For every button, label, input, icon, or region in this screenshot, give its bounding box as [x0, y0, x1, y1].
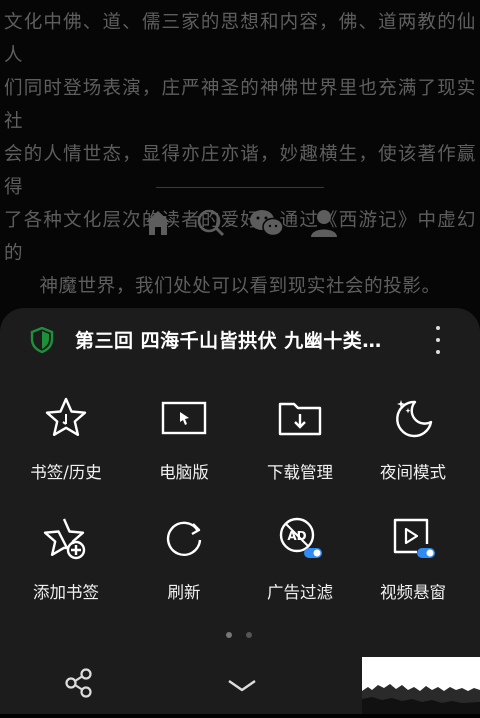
- article-line: 神魔世界，我们处处可以看到现实社会的投影。: [39, 276, 441, 297]
- article-line: 文化中佛、道、儒三家的思想和内容，佛、道两教的仙人: [4, 12, 476, 66]
- page-indicator: [226, 632, 256, 640]
- menu-header: 第三回 四海千山皆拱伏 九幽十类…: [0, 308, 480, 372]
- menu-item-label: 广告过滤: [267, 583, 333, 602]
- night-mode-button[interactable]: 夜间模式: [353, 388, 473, 498]
- floating-thumbnail[interactable]: [362, 657, 480, 714]
- menu-item-label: 下载管理: [267, 463, 333, 482]
- menu-item-label: 书签/历史: [30, 463, 102, 482]
- download-folder-icon: [278, 402, 322, 436]
- video-float-icon: [393, 518, 435, 558]
- refresh-icon: [166, 521, 202, 556]
- add-bookmark-button[interactable]: 添加书签: [6, 508, 126, 618]
- refresh-button[interactable]: 刷新: [124, 508, 244, 618]
- article-line: 会的人情世态，显得亦庄亦谐，妙趣横生，使该著作赢得: [4, 144, 476, 198]
- bookmark-star-icon: [45, 397, 87, 436]
- video-float-button[interactable]: 视频悬窗: [353, 508, 473, 618]
- download-manager-button[interactable]: 下载管理: [240, 388, 360, 498]
- moon-icon: [396, 400, 433, 438]
- add-bookmark-icon: [43, 518, 86, 560]
- menu-item-label: 电脑版: [159, 463, 209, 482]
- site-footer-nav: [0, 203, 480, 243]
- home-icon[interactable]: [138, 203, 178, 243]
- ad-block-icon: AD: [279, 517, 322, 558]
- menu-item-label: 添加书签: [33, 583, 99, 602]
- desktop-mode-button[interactable]: 电脑版: [124, 388, 244, 498]
- shield-icon: [30, 327, 54, 353]
- svg-text:AD: AD: [287, 529, 306, 543]
- menu-item-label: 刷新: [167, 583, 201, 602]
- bookmarks-history-button[interactable]: 书签/历史: [6, 388, 126, 498]
- divider: [156, 187, 324, 188]
- share-icon[interactable]: [64, 668, 94, 698]
- user-icon[interactable]: [304, 203, 344, 243]
- menu-item-label: 视频悬窗: [380, 583, 446, 602]
- wechat-icon[interactable]: [247, 203, 287, 243]
- search-icon[interactable]: [191, 203, 231, 243]
- page-dot[interactable]: [246, 632, 252, 638]
- ad-filter-button[interactable]: AD 广告过滤: [240, 508, 360, 618]
- page-dot-active: [226, 632, 232, 638]
- chevron-down-icon[interactable]: [226, 676, 258, 696]
- article-text: 文化中佛、道、儒三家的思想和内容，佛、道两教的仙人 们同时登场表演，庄严神圣的神…: [4, 6, 476, 303]
- article-line: 们同时登场表演，庄严神圣的神佛世界里也充满了现实社: [4, 78, 476, 132]
- browser-menu-sheet: 第三回 四海千山皆拱伏 九幽十类… 书签/历史 电脑版 下载管理 夜间模式 添加…: [0, 308, 480, 714]
- page-title[interactable]: 第三回 四海千山皆拱伏 九幽十类…: [75, 326, 382, 353]
- desktop-icon: [161, 401, 207, 435]
- menu-item-label: 夜间模式: [380, 463, 446, 482]
- more-options-icon[interactable]: [426, 326, 450, 354]
